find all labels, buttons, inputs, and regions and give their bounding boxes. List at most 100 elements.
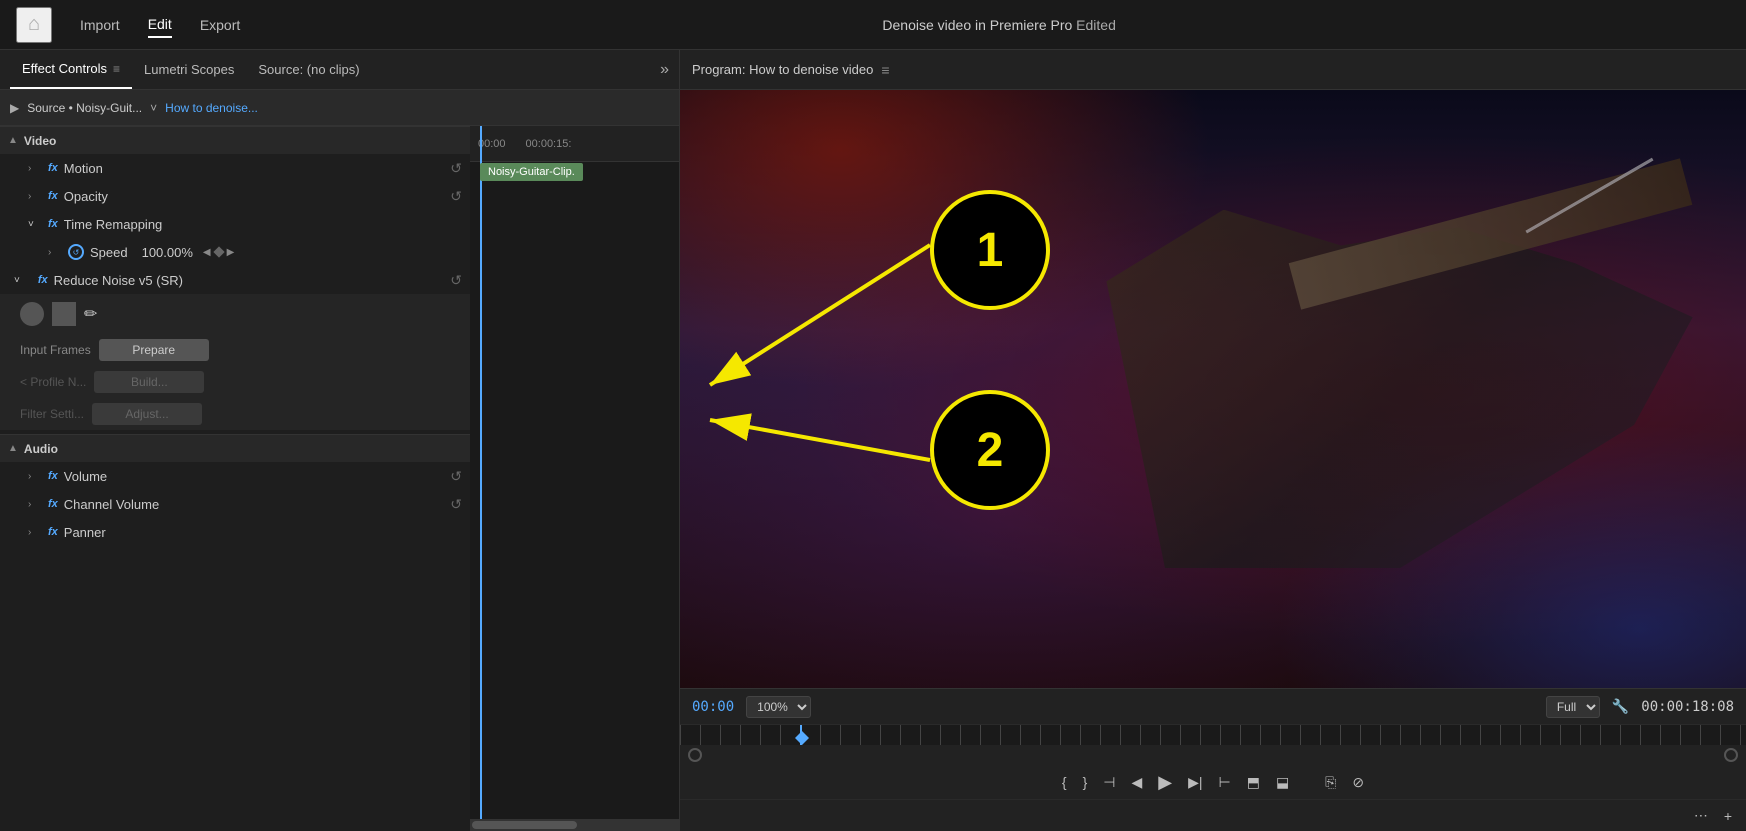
audio-section-label: Audio — [24, 442, 58, 456]
tab-source[interactable]: Source: (no clips) — [246, 50, 371, 89]
wrench-icon[interactable]: 🔧 — [1612, 698, 1629, 715]
panel-tabs-more-icon[interactable]: » — [650, 61, 669, 79]
play-button[interactable]: ▶ — [1152, 768, 1178, 797]
program-monitor-menu-icon[interactable]: ≡ — [881, 62, 889, 78]
source-link[interactable]: How to denoise... — [165, 101, 258, 115]
audio-section-header[interactable]: ▲ Audio — [0, 434, 470, 462]
scrubber-ticks — [680, 725, 1746, 745]
top-navigation: ⌂ Import Edit Export Denoise video in Pr… — [0, 0, 1746, 50]
overwrite-button[interactable]: ⬓ — [1270, 770, 1295, 795]
channel-volume-fx-badge: fx — [48, 498, 58, 510]
scrubber-end-circle[interactable] — [1724, 748, 1738, 762]
reduce-noise-reset-icon[interactable]: ↺ — [450, 272, 462, 289]
motion-reset-icon[interactable]: ↺ — [450, 160, 462, 177]
lift-button[interactable]: ⎘ — [1319, 770, 1342, 795]
step-back-button[interactable]: ◀ — [1125, 770, 1148, 795]
opacity-fx-row[interactable]: › fx Opacity ↺ — [0, 182, 470, 210]
audio-section-chevron: ▲ — [8, 443, 18, 454]
source-chevron-icon[interactable]: ˅ — [150, 101, 157, 115]
scrubber-endpoints — [680, 745, 1746, 765]
time-remapping-fx-name: Time Remapping — [64, 217, 163, 232]
extra-btn-2[interactable]: + — [1718, 804, 1738, 828]
adjust-button[interactable]: Adjust... — [92, 403, 202, 425]
speed-row: › ↺ Speed 100.00% ◀ ▶ — [0, 238, 470, 266]
speed-right-arrow[interactable]: ▶ — [227, 247, 235, 258]
mark-out-button[interactable]: } — [1077, 770, 1094, 794]
time-remapping-fx-row[interactable]: ˅ fx Time Remapping — [0, 210, 470, 238]
effect-controls-menu-icon[interactable]: ≡ — [113, 62, 120, 76]
motion-fx-name: Motion — [64, 161, 103, 176]
timecode-row: 00:00 100% 50% 200% Full 1/2 1/4 🔧 00:00… — [680, 689, 1746, 725]
duration-display: 00:00:18:08 — [1641, 699, 1734, 715]
home-button[interactable]: ⌂ — [16, 7, 52, 43]
timeline-header: 00:00 00:00:15: — [470, 126, 679, 162]
timecode-display[interactable]: 00:00 — [692, 699, 734, 715]
speed-expand-icon: › — [48, 247, 62, 258]
channel-volume-reset-icon[interactable]: ↺ — [450, 496, 462, 513]
tab-lumetri-scopes[interactable]: Lumetri Scopes — [132, 50, 246, 89]
lumetri-scopes-label: Lumetri Scopes — [144, 62, 234, 77]
program-bottom-controls: 00:00 100% 50% 200% Full 1/2 1/4 🔧 00:00… — [680, 688, 1746, 831]
rn-circle-tool[interactable] — [20, 302, 44, 326]
panel-tabs: Effect Controls ≡ Lumetri Scopes Source:… — [0, 50, 679, 90]
volume-fx-row[interactable]: › fx Volume ↺ — [0, 462, 470, 490]
insert-button[interactable]: ⬒ — [1241, 770, 1266, 795]
nav-import[interactable]: Import — [80, 13, 120, 37]
transport-controls-row: { } ⊣ ◀ ▶ ▶| ⊢ ⬒ ⬓ ⎘ ⊘ — [680, 765, 1746, 799]
channel-volume-expand-icon: › — [28, 499, 42, 510]
scrubber-bar[interactable] — [680, 725, 1746, 745]
timeline-scroll-thumb[interactable] — [472, 821, 577, 829]
profile-row: < Profile N... Build... — [0, 366, 470, 398]
panner-fx-name: Panner — [64, 525, 106, 540]
zoom-select[interactable]: 100% 50% 200% — [746, 696, 811, 718]
speed-keyframe-diamond[interactable] — [213, 246, 224, 257]
rn-square-tool[interactable] — [52, 302, 76, 326]
volume-reset-icon[interactable]: ↺ — [450, 468, 462, 485]
profile-label: < Profile N... — [20, 375, 86, 389]
speed-left-arrow[interactable]: ◀ — [203, 247, 211, 258]
source-bar: ▶ Source • Noisy-Guit... ˅ How to denois… — [0, 90, 679, 126]
timeline-clip[interactable]: Noisy-Guitar-Clip. — [480, 163, 583, 181]
reduce-noise-fx-name: Reduce Noise v5 (SR) — [54, 273, 183, 288]
source-label-text: Source • Noisy-Guit... — [27, 101, 142, 115]
extract-button[interactable]: ⊘ — [1346, 770, 1370, 795]
annotation-2: 2 — [930, 390, 1050, 510]
mark-in-button[interactable]: { — [1056, 770, 1073, 794]
controls-timeline-area: ▲ Video › fx Motion ↺ › fx Opacity — [0, 126, 679, 831]
panner-expand-icon: › — [28, 527, 42, 538]
video-preview: 1 2 — [680, 90, 1746, 688]
tab-effect-controls[interactable]: Effect Controls ≡ — [10, 50, 132, 89]
speed-label: Speed — [90, 245, 128, 260]
timeline-scrollbar[interactable] — [470, 819, 679, 831]
left-panel: Effect Controls ≡ Lumetri Scopes Source:… — [0, 50, 680, 831]
nav-edit[interactable]: Edit — [148, 12, 172, 38]
rn-pen-tool[interactable]: ✏ — [84, 304, 97, 324]
extra-btn-1[interactable]: ⋯ — [1688, 803, 1714, 828]
opacity-fx-badge: fx — [48, 190, 58, 202]
prepare-button[interactable]: Prepare — [99, 339, 209, 361]
volume-fx-badge: fx — [48, 470, 58, 482]
panner-fx-row[interactable]: › fx Panner — [0, 518, 470, 546]
reduce-noise-fx-row[interactable]: ˅ fx Reduce Noise v5 (SR) ↺ — [0, 266, 470, 294]
step-fwd-button[interactable]: ▶| — [1182, 770, 1208, 795]
filter-settings-label: Filter Setti... — [20, 407, 84, 421]
build-button[interactable]: Build... — [94, 371, 204, 393]
program-monitor-title: Program: How to denoise video — [692, 62, 873, 77]
motion-fx-badge: fx — [48, 162, 58, 174]
timeline-time-mid: 00:00:15: — [526, 138, 572, 150]
volume-expand-icon: › — [28, 471, 42, 482]
time-remapping-fx-badge: fx — [48, 218, 58, 230]
nav-export[interactable]: Export — [200, 13, 240, 37]
source-play-icon[interactable]: ▶ — [10, 101, 19, 115]
scrubber-start-circle[interactable] — [688, 748, 702, 762]
speed-clock-icon: ↺ — [68, 244, 84, 260]
motion-fx-row[interactable]: › fx Motion ↺ — [0, 154, 470, 182]
quality-select[interactable]: Full 1/2 1/4 — [1546, 696, 1600, 718]
video-section-header[interactable]: ▲ Video — [0, 126, 470, 154]
opacity-reset-icon[interactable]: ↺ — [450, 188, 462, 205]
transport-extras-row: ⋯ + — [680, 799, 1746, 831]
go-in-button[interactable]: ⊣ — [1097, 770, 1121, 795]
channel-volume-fx-row[interactable]: › fx Channel Volume ↺ — [0, 490, 470, 518]
go-out-button[interactable]: ⊢ — [1213, 770, 1237, 795]
motion-expand-icon: › — [28, 163, 42, 174]
